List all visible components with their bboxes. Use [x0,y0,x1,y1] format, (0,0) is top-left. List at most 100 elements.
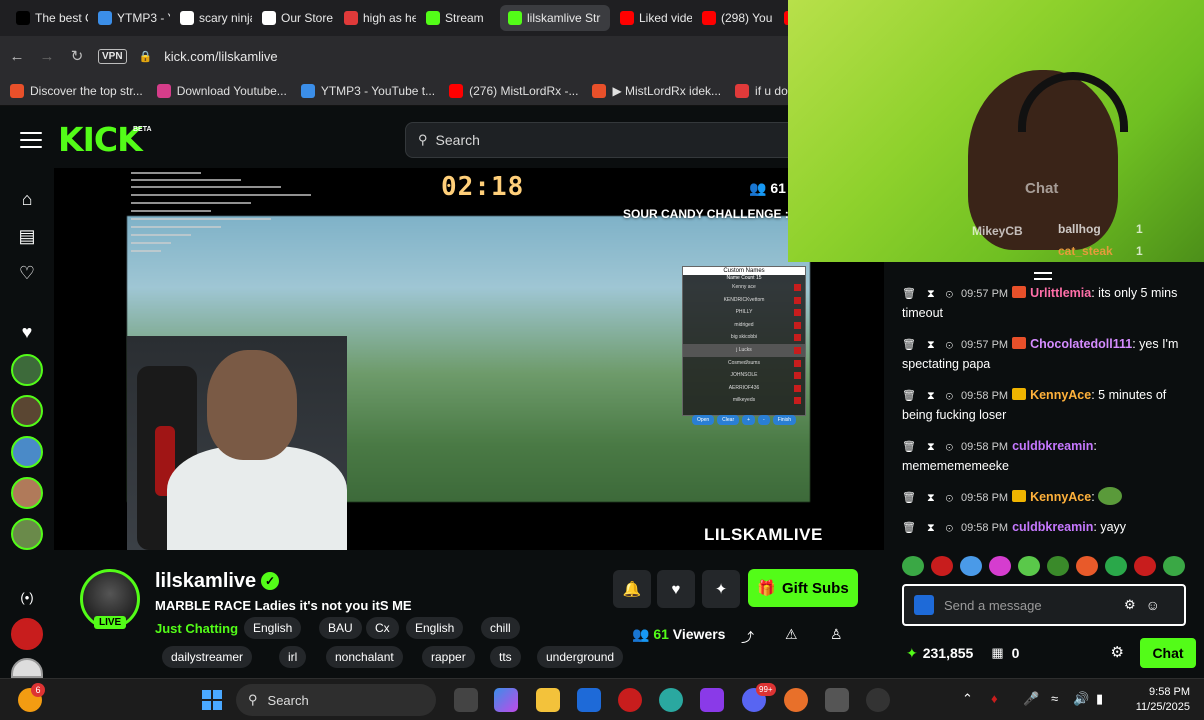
names-panel-button[interactable]: Clear [717,414,740,425]
clock[interactable]: 9:58 PM 11/25/2025 [1136,685,1190,715]
chat-input-box[interactable]: ⚙ ☺ [902,584,1186,626]
emoji-icon[interactable]: ☺ [1146,597,1160,613]
remove-name-icon[interactable] [794,334,801,342]
report-warning-icon[interactable]: ⚠ [785,626,798,643]
followed-channel-avatar[interactable] [11,354,43,386]
bookmark-item[interactable]: Discover the top str... [10,83,143,98]
file-explorer-icon[interactable] [536,688,560,712]
chat-username[interactable]: Urlittlemia [1030,286,1091,300]
live-broadcast-icon[interactable]: (•) [16,586,38,608]
quick-emote[interactable] [1047,556,1069,576]
quick-emote[interactable] [1018,556,1040,576]
names-panel-button[interactable]: Finish [772,414,797,425]
quick-emote[interactable] [1163,556,1185,576]
stream-tag[interactable]: underground [537,646,624,668]
share-icon[interactable]: ⤴ [741,627,754,646]
quick-emote[interactable] [1134,556,1156,576]
remove-name-icon[interactable] [794,384,801,392]
followed-channel-avatar[interactable] [11,395,43,427]
browser-tab[interactable]: high as he [336,5,416,31]
wifi-icon[interactable]: ≈ [1051,691,1058,706]
names-panel-button[interactable]: Open [691,414,715,425]
stream-tag[interactable]: Cx [366,617,399,639]
vpn-badge[interactable]: VPN [98,48,127,64]
send-chat-button[interactable]: Chat [1140,638,1196,668]
quick-emote[interactable] [1076,556,1098,576]
edge-icon[interactable] [659,688,683,712]
tray-chevron-up-icon[interactable]: ⌃ [962,691,973,707]
remove-name-icon[interactable] [794,359,801,367]
following-heart-icon[interactable]: ♡ [16,262,38,284]
kick-points-count[interactable]: 231,855 [923,645,974,661]
microphone-icon[interactable]: 🎤 [1023,691,1039,707]
quick-emote[interactable] [902,556,924,576]
remove-name-icon[interactable] [794,372,801,380]
kick-logo[interactable]: KICK [58,120,143,159]
copilot-icon[interactable] [494,688,518,712]
follow-heart-icon[interactable]: ♥ [657,570,695,608]
recommended-channel-avatar[interactable] [11,618,43,650]
sparkle-icon[interactable]: ✦ [702,570,740,608]
followed-channel-avatar[interactable] [11,436,43,468]
stream-category[interactable]: Just Chatting [155,621,238,636]
kick-search-input[interactable]: ⚲ Search [405,122,825,158]
stream-tag[interactable]: BAU [319,617,362,639]
mod-action-icons[interactable]: 🗑 ⧗ ⊙ [902,522,957,534]
browser-tab[interactable]: Liked vide [612,5,692,31]
camera-icon[interactable] [825,688,849,712]
stream-tag[interactable]: English [406,617,464,639]
stream-tag[interactable]: nonchalant [326,646,403,668]
battery-icon[interactable]: ▮ [1096,691,1103,707]
chat-username[interactable]: Chocolatedoll111 [1030,337,1132,351]
back-arrow-icon[interactable]: ← [8,47,26,65]
stream-tag[interactable]: dailystreamer [162,646,253,668]
task-view-icon[interactable] [454,688,478,712]
browser-tab[interactable]: YTMP3 - Y [90,5,170,31]
video-player[interactable]: 02:18 👥 61 SOUR CANDY CHALLENGE : 145/25… [54,168,884,550]
remove-name-icon[interactable] [794,321,801,329]
translate-icon[interactable]: ⚙ [1124,597,1136,613]
remove-name-icon[interactable] [794,296,801,304]
outlook-icon[interactable] [577,688,601,712]
chest-icon[interactable]: ▦ [991,645,1003,661]
remove-name-icon[interactable] [794,346,801,354]
mod-action-icons[interactable]: 🗑 ⧗ ⊙ [902,288,957,300]
stream-tag[interactable]: rapper [422,646,475,668]
chat-username[interactable]: culdbkreamin [1012,439,1093,453]
forward-arrow-icon[interactable]: → [38,47,56,65]
remove-name-icon[interactable] [794,397,801,405]
followed-channels-heart-icon[interactable]: ♥ [16,321,38,343]
browser-tab[interactable]: The best C [8,5,88,31]
chat-username[interactable]: KennyAce [1030,490,1091,504]
mod-action-icons[interactable]: 🗑 ⧗ ⊙ [902,390,957,402]
notification-bell-icon[interactable]: 🔔 [613,570,651,608]
emote-menu-icon[interactable] [914,595,934,615]
obs-icon[interactable] [866,688,890,712]
recommended-channel-avatar[interactable] [11,658,43,678]
chat-settings-gear-icon[interactable]: ⚙ [1111,643,1124,661]
chat-message-input[interactable] [944,597,1114,613]
clipchamp-icon[interactable] [700,688,724,712]
browser-tab[interactable]: lilskamlive Str [500,5,610,31]
menu-icon[interactable] [20,132,42,148]
stream-tag[interactable]: tts [490,646,521,668]
stream-tag[interactable]: irl [279,646,307,668]
names-panel-button[interactable]: - [758,414,770,425]
browser-tab[interactable]: Our Store [254,5,334,31]
game-app-icon[interactable] [784,688,808,712]
stream-tag[interactable]: chill [481,617,520,639]
volume-icon[interactable]: 🔊 [1073,691,1089,707]
mod-action-icons[interactable]: 🗑 ⧗ ⊙ [902,492,957,504]
taskbar-search[interactable]: ⚲ Search [236,684,436,716]
home-icon[interactable]: ⌂ [16,188,38,210]
chat-resize-handle[interactable] [1034,272,1052,280]
followed-channel-avatar[interactable] [11,518,43,550]
bookmark-item[interactable]: ▶ MistLordRx idek... [592,83,721,98]
bookmark-item[interactable]: YTMP3 - YouTube t... [300,83,435,98]
bookmark-item[interactable]: Download Youtube... [156,83,287,98]
browser-tab[interactable]: Stream [418,5,498,31]
browse-icon[interactable]: ▤ [16,225,38,247]
mod-action-icons[interactable]: 🗑 ⧗ ⊙ [902,339,957,351]
remove-name-icon[interactable] [794,309,801,317]
windows-start-icon[interactable] [200,688,224,712]
